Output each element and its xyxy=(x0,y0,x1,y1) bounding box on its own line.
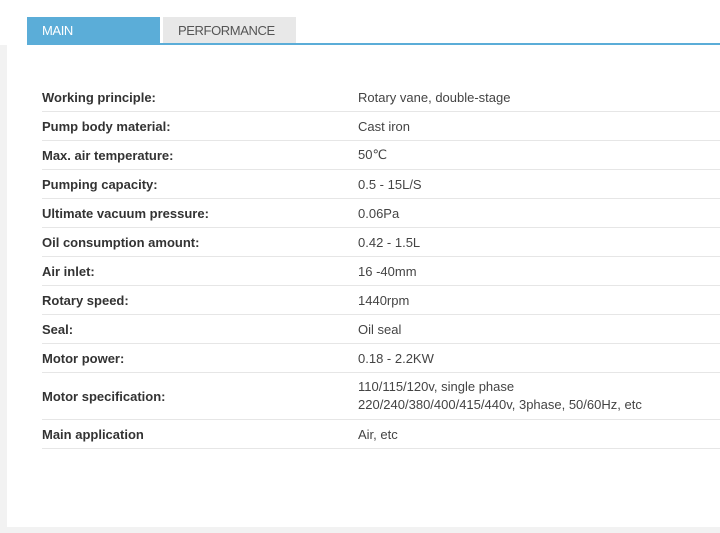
table-row: Rotary speed: 1440rpm xyxy=(42,285,720,315)
spec-label: Oil consumption amount: xyxy=(42,227,358,257)
spec-label: Ultimate vacuum pressure: xyxy=(42,198,358,228)
spec-label: Pumping capacity: xyxy=(42,169,358,199)
table-row: Max. air temperature: 50℃ xyxy=(42,140,720,170)
tab-performance-data[interactable]: PERFORMANCE DATA xyxy=(163,17,296,66)
table-row: Motor power: 0.18 - 2.2KW xyxy=(42,343,720,373)
table-row: Motor specification: 110/115/120v, singl… xyxy=(42,372,720,420)
table-row: Ultimate vacuum pressure: 0.06Pa xyxy=(42,198,720,228)
specification-table: Working principle: Rotary vane, double-s… xyxy=(42,83,720,449)
spec-value: 0.5 - 15L/S xyxy=(358,169,720,199)
specification-panel: Working principle: Rotary vane, double-s… xyxy=(7,45,720,527)
table-row: Seal: Oil seal xyxy=(42,314,720,344)
table-row: Main application Air, etc xyxy=(42,419,720,449)
spec-label: Max. air temperature: xyxy=(42,140,358,170)
spec-value: 16 -40mm xyxy=(358,256,720,286)
table-row: Oil consumption amount: 0.42 - 1.5L xyxy=(42,227,720,257)
spec-value: 110/115/120v, single phase 220/240/380/4… xyxy=(358,372,720,420)
spec-label: Seal: xyxy=(42,314,358,344)
spec-label: Rotary speed: xyxy=(42,285,358,315)
spec-label: Motor power: xyxy=(42,343,358,373)
spec-value-line: 220/240/380/400/415/440v, 3phase, 50/60H… xyxy=(358,397,642,412)
spec-label: Motor specification: xyxy=(42,372,358,420)
spec-value: 0.42 - 1.5L xyxy=(358,227,720,257)
table-row: Working principle: Rotary vane, double-s… xyxy=(42,83,720,112)
table-row: Air inlet: 16 -40mm xyxy=(42,256,720,286)
spec-label: Working principle: xyxy=(42,83,358,112)
tab-main-specification[interactable]: MAIN SPECIFICATION xyxy=(27,17,160,66)
spec-value: 0.06Pa xyxy=(358,198,720,228)
spec-value: 0.18 - 2.2KW xyxy=(358,343,720,373)
spec-label: Air inlet: xyxy=(42,256,358,286)
spec-value: Air, etc xyxy=(358,419,720,449)
spec-label: Pump body material: xyxy=(42,111,358,141)
tab-bar: MAIN SPECIFICATION PERFORMANCE DATA xyxy=(27,17,296,66)
table-row: Pump body material: Cast iron xyxy=(42,111,720,141)
spec-value-line: 110/115/120v, single phase xyxy=(358,379,515,394)
spec-label: Main application xyxy=(42,419,358,449)
spec-value: Oil seal xyxy=(358,314,720,344)
table-row: Pumping capacity: 0.5 - 15L/S xyxy=(42,169,720,199)
spec-value: 1440rpm xyxy=(358,285,720,315)
spec-value: Cast iron xyxy=(358,111,720,141)
spec-value: 50℃ xyxy=(358,140,720,170)
spec-value: Rotary vane, double-stage xyxy=(358,83,720,112)
